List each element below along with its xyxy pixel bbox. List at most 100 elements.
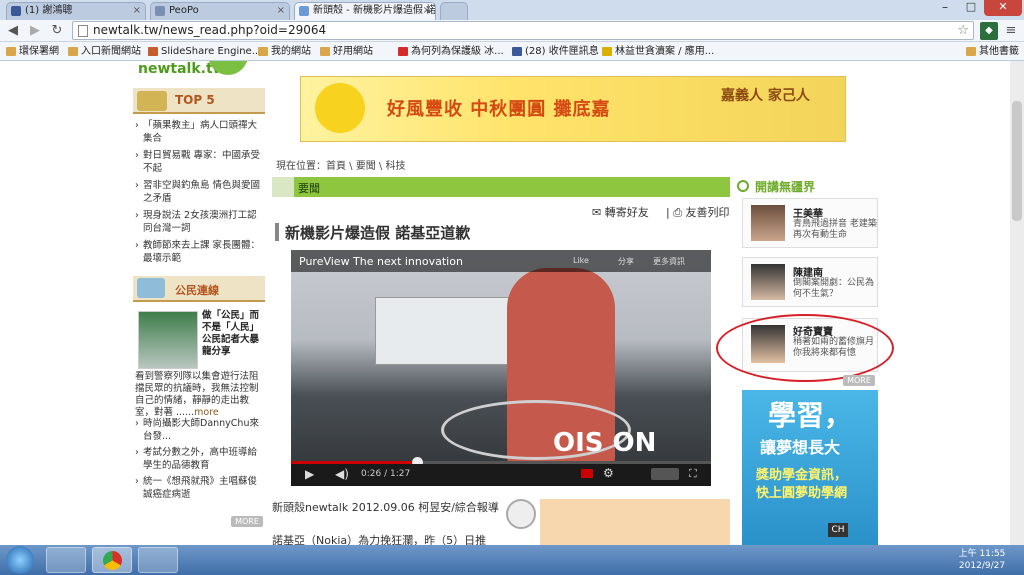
explorer-taskbar-button[interactable] (46, 547, 86, 573)
bookmark-item[interactable]: 我的網站 (258, 45, 311, 59)
bookmark-item[interactable]: SlideShare Engine... (148, 45, 261, 59)
list-item[interactable]: › 習非空與釣魚島 情色與愛國之矛盾 (135, 179, 265, 205)
start-button[interactable] (6, 546, 34, 574)
url-text: newtalk.tw/news_read.php?oid=29064 (93, 23, 327, 37)
close-icon[interactable]: × (277, 3, 285, 19)
list-item[interactable]: › 時尚攝影大師DannyChu來台發... (135, 417, 265, 443)
right-header: 開講無疆界 (737, 176, 879, 196)
chrome-taskbar-button[interactable] (92, 547, 132, 573)
video-title: PureView The next innovation (299, 255, 463, 268)
bookmark-item[interactable]: 環保署網 (6, 45, 59, 59)
more-info-button[interactable]: 更多資訊 (653, 256, 685, 267)
folder-icon (320, 47, 330, 56)
citizen-photo[interactable] (138, 311, 198, 369)
author-card[interactable]: 王美華 青鳥飛過拼音 老建築再次有動生命 (742, 198, 878, 248)
article-byline: 新頭殼newtalk 2012.09.06 柯昱安/綜合報導 (272, 501, 499, 514)
youtube-logo-icon[interactable] (651, 468, 679, 480)
banner-text: 好風豐收 中秋團圓 攤底嘉 (387, 99, 611, 120)
author-name: 陳建南 (793, 268, 823, 279)
bookmark-item[interactable]: 入口新聞網站 (68, 45, 141, 59)
author-card[interactable]: 陳建南 倒閣案開劇：公民為何不生氣？ (742, 257, 878, 307)
ad-line: 獎助學金資訊， (756, 468, 848, 483)
list-item[interactable]: › 現身說法 2女孩澳洲打工認同台灣一詞 (135, 209, 265, 235)
ad-line: 學習， (768, 399, 853, 432)
more-button[interactable]: MORE (843, 375, 875, 386)
volume-icon[interactable]: ◀) (335, 467, 349, 481)
top5-title: TOP 5 (175, 93, 215, 107)
list-item[interactable]: › 對日貿易戰 專家：中國承受不起 (135, 149, 265, 175)
like-button[interactable]: Like (573, 256, 589, 265)
bookmark-star-icon[interactable]: ☆ (957, 22, 969, 39)
forward-button[interactable]: ✉ 轉寄好友 (592, 204, 649, 220)
close-icon[interactable]: × (133, 3, 141, 19)
close-window-button[interactable]: ✕ (984, 0, 1022, 16)
list-item[interactable]: › 教師節來去上課 家長團體：最壞示範 (135, 239, 265, 265)
minimize-button[interactable]: – (932, 0, 958, 16)
right-title: 開講無疆界 (755, 180, 816, 194)
reload-button[interactable]: ↻ (48, 22, 66, 40)
wrench-icon[interactable]: ≡ (1002, 22, 1020, 40)
captions-icon[interactable] (581, 469, 593, 478)
breadcrumb: 現在位置：首頁 \ 要聞 \ 科技 (276, 161, 406, 172)
tab-peopo[interactable]: PeoPo × (150, 2, 290, 20)
bookmark-item[interactable]: 林益世貪瀆案 / 應用... (602, 45, 714, 59)
ad-line: 讓夢想長大 (760, 438, 841, 457)
forward-button[interactable]: ▶ (26, 22, 44, 40)
citizen-headline[interactable]: 做「公民」而不是「人民」 公民記者大暴龍分享 (202, 310, 264, 358)
extension-icon[interactable]: ◆ (980, 22, 998, 40)
page-icon (78, 25, 88, 37)
gear-icon[interactable]: ⚙ (603, 466, 614, 480)
list-item[interactable]: › 考試分數之外，高中班導給學生的品德教育 (135, 446, 265, 472)
new-tab-button[interactable] (440, 2, 468, 20)
facebook-icon (512, 47, 522, 56)
tab-label: PeoPo (169, 5, 199, 16)
address-bar[interactable]: newtalk.tw/news_read.php?oid=29064 ☆ (72, 21, 974, 40)
avatar (751, 264, 785, 300)
trailer-shape (375, 297, 525, 365)
print-button[interactable]: | ⎙ 友善列印 (666, 204, 730, 220)
share-button[interactable]: 分享 (618, 256, 634, 267)
author-name: 王美華 (793, 209, 823, 220)
bookmark-item[interactable]: (28) 收件匣訊息 (512, 45, 599, 59)
tab-newtalk[interactable]: 新頭殼 - 新機影片爆造假 諾 × (294, 2, 436, 20)
article-title: 新機影片爆造假 諾基亞道歉 (285, 224, 471, 242)
chrome-icon (103, 551, 122, 570)
author-excerpt: 倒閣案開劇：公民為何不生氣？ (793, 278, 875, 299)
system-clock[interactable]: 上午 11:55 2012/9/27 (952, 548, 1012, 572)
scrollbar-thumb[interactable] (1012, 101, 1022, 221)
section-bar: 要聞 (272, 177, 730, 197)
maximize-button[interactable]: □ (958, 0, 984, 16)
other-bookmarks[interactable]: 其他書籤 (966, 45, 1019, 59)
list-item[interactable]: › 統一《想飛就飛》主唱蘇俊誠癌症病逝 (135, 475, 265, 501)
folder-icon (6, 47, 16, 56)
top5-header: TOP 5 (133, 88, 265, 114)
video-overlay-text: OIS ON (553, 428, 657, 458)
author-excerpt: 青鳥飛過拼音 老建築再次有動生命 (793, 219, 877, 240)
computer-icon (137, 278, 165, 298)
tab-strip: (1) 謝鴻聰 × PeoPo × 新頭殼 - 新機影片爆造假 諾 × – □ … (0, 0, 1024, 20)
more-button[interactable]: MORE (231, 516, 263, 527)
close-icon[interactable]: × (423, 3, 431, 19)
vertical-scrollbar[interactable] (1010, 61, 1024, 545)
browser-toolbar: ◀ ▶ ↻ newtalk.tw/news_read.php?oid=29064… (0, 20, 1024, 42)
list-item[interactable]: › 「蘋果教主」病人口頭禪大集合 (135, 119, 265, 145)
ime-indicator[interactable]: CH (828, 523, 848, 537)
back-button[interactable]: ◀ (4, 22, 22, 40)
banner-ad[interactable]: 好風豐收 中秋團圓 攤底嘉 嘉義人 家己人 (300, 76, 846, 142)
fullscreen-icon[interactable]: ⛶ (689, 467, 697, 481)
play-icon[interactable]: ▶ (305, 467, 314, 481)
video-player[interactable]: PureView The next innovation Like 分享 更多資… (291, 250, 711, 486)
scholarship-ad[interactable]: 學習， 讓夢想長大 獎助學金資訊， 快上圓夢助學網 (742, 390, 878, 545)
ad-line: 快上圓夢助學網 (756, 486, 848, 501)
paint-taskbar-button[interactable] (138, 547, 178, 573)
bookmarks-bar: 環保署網 入口新聞網站 SlideShare Engine... 我的網站 好用… (0, 42, 1024, 61)
nissan-logo[interactable] (506, 499, 536, 529)
ad-box[interactable] (540, 499, 730, 545)
video-time: 0:26 / 1:27 (361, 469, 411, 479)
banner-side-text: 嘉義人 家己人 (721, 88, 810, 104)
facebook-icon (11, 6, 21, 16)
tab-facebook[interactable]: (1) 謝鴻聰 × (6, 2, 146, 20)
web-page: newtalk.tw TOP 5 › 「蘋果教主」病人口頭禪大集合 › 對日貿易戰 … (0, 61, 1024, 545)
bookmark-item[interactable]: 為何列為保護級 冰... (398, 45, 504, 59)
bookmark-item[interactable]: 好用網站 (320, 45, 373, 59)
